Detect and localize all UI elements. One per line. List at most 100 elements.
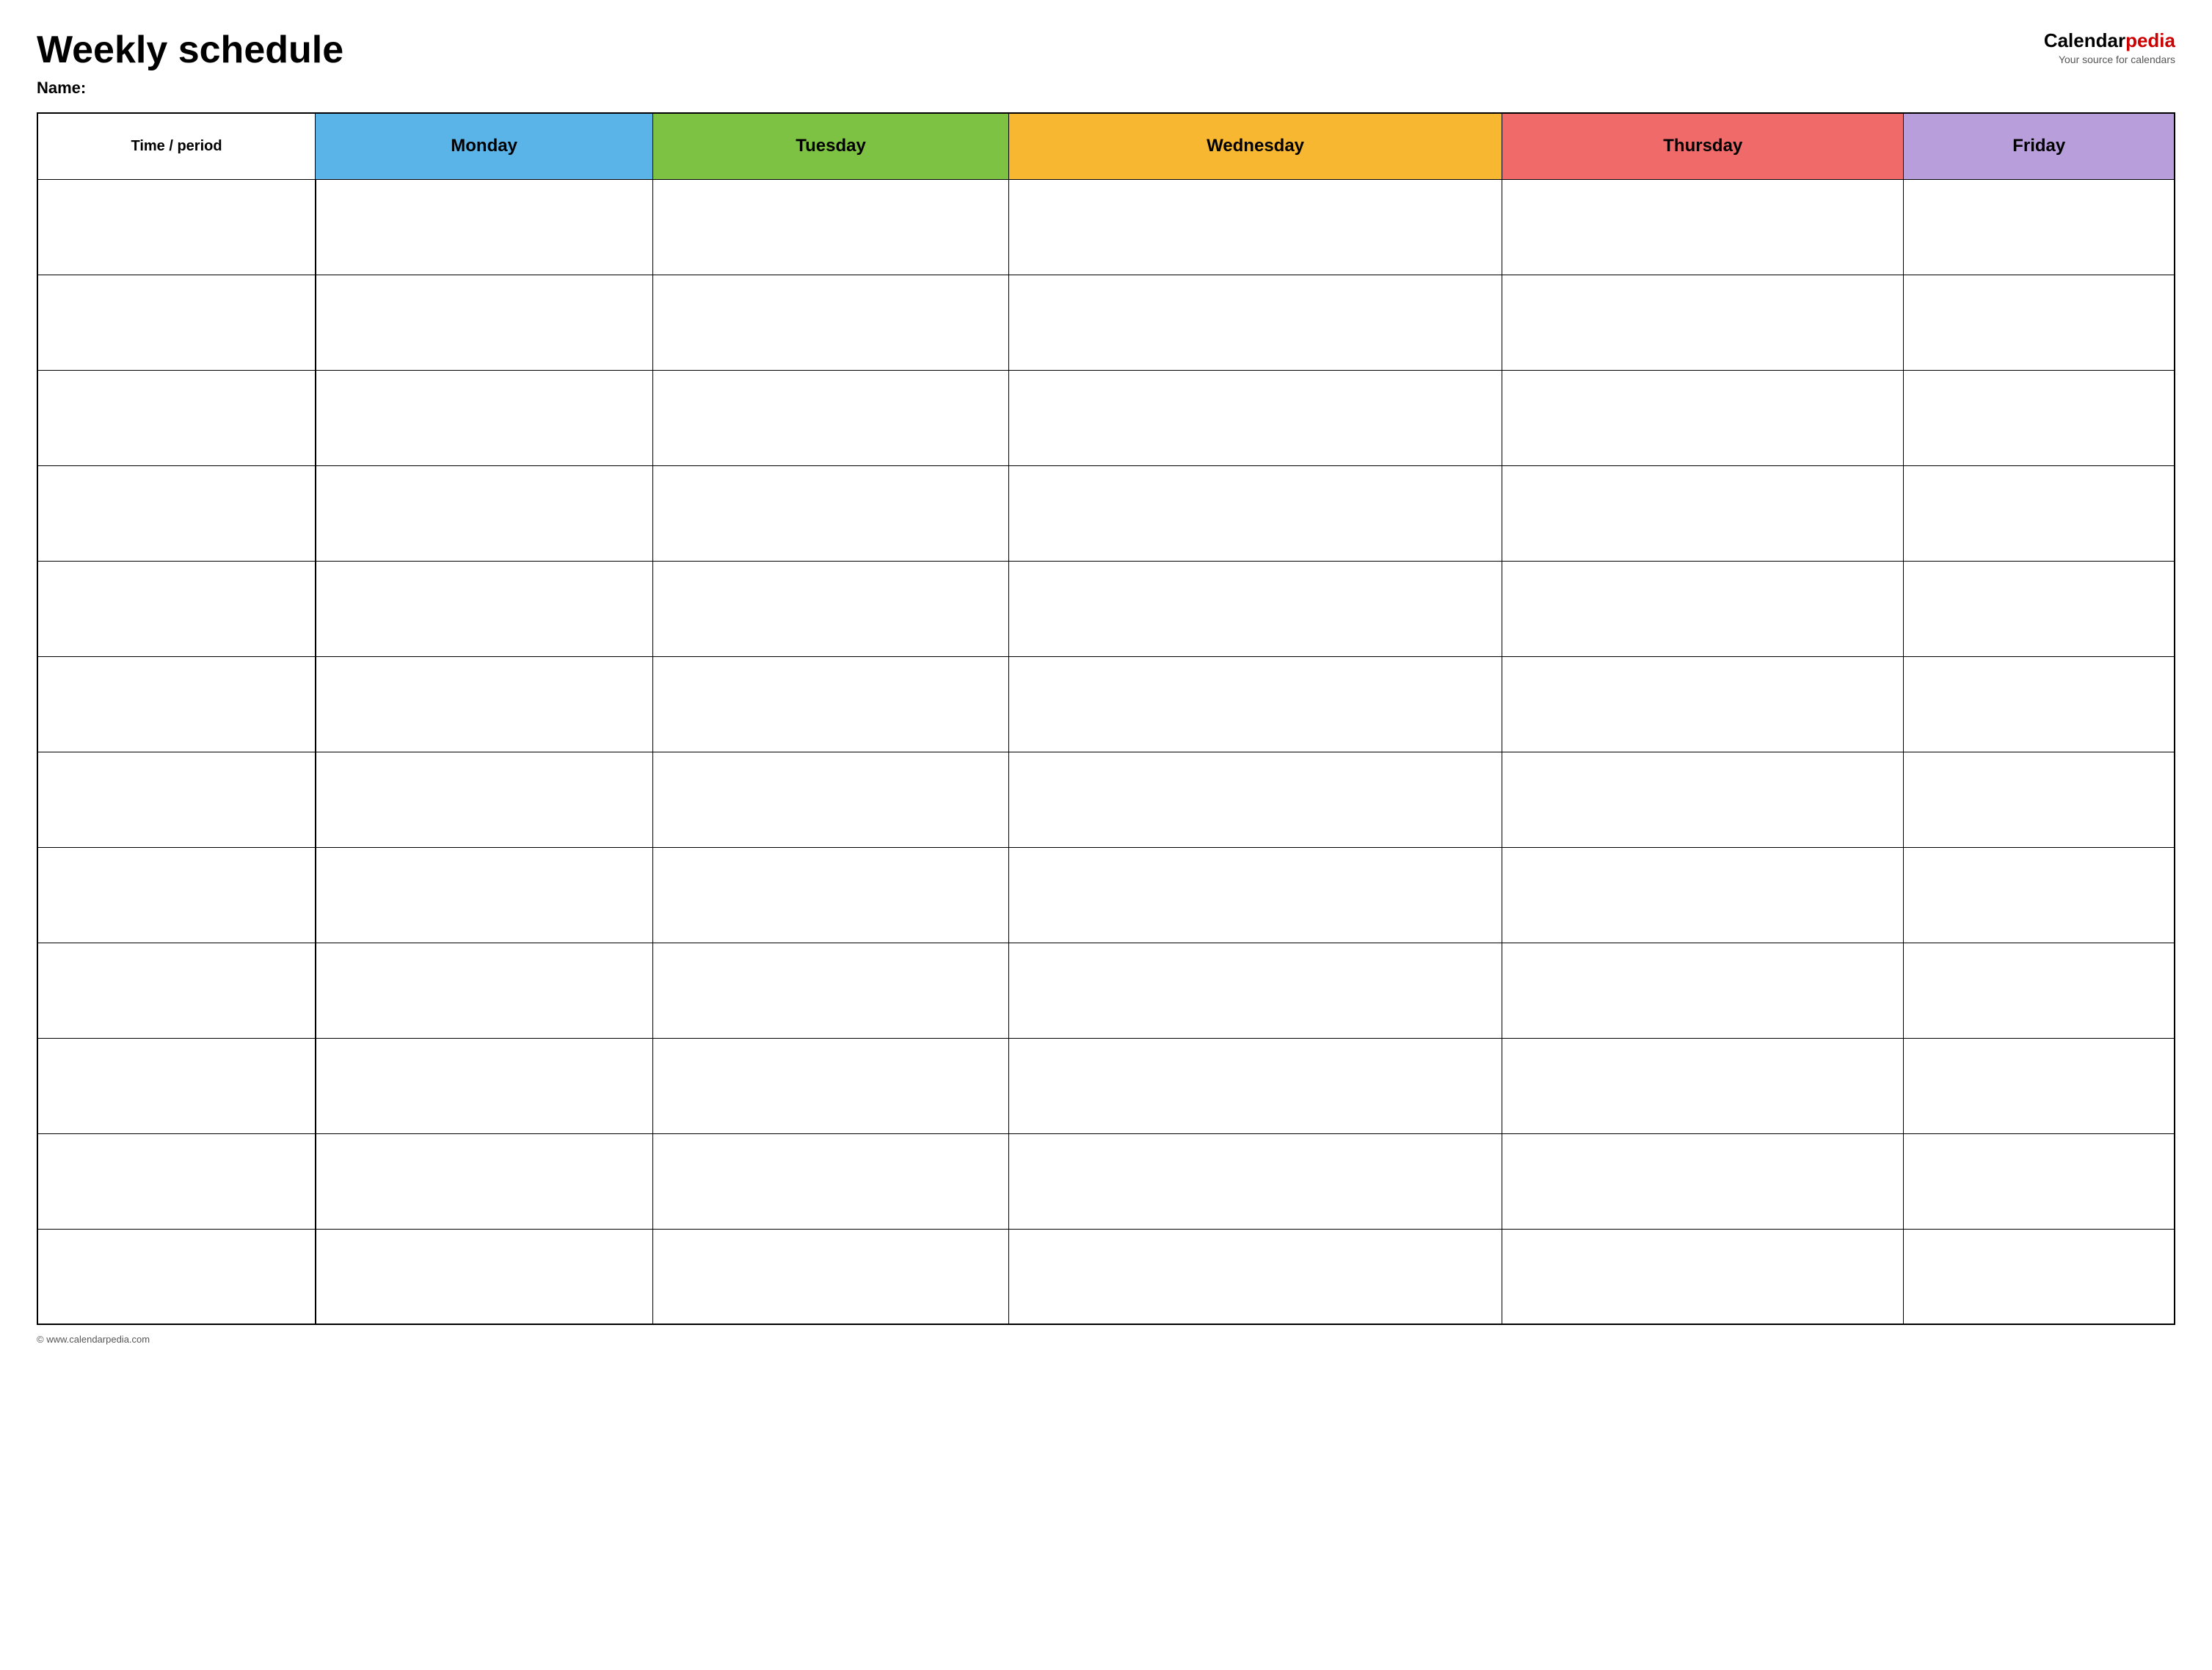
schedule-cell[interactable]: [316, 561, 653, 656]
time-cell[interactable]: [37, 752, 316, 847]
schedule-cell[interactable]: [1008, 465, 1502, 561]
table-row: [37, 847, 2175, 943]
time-cell[interactable]: [37, 656, 316, 752]
logo-text: Calendarpedia: [2044, 29, 2175, 52]
schedule-cell[interactable]: [653, 1038, 1009, 1133]
schedule-cell[interactable]: [653, 370, 1009, 465]
table-row: [37, 465, 2175, 561]
schedule-cell[interactable]: [1008, 275, 1502, 370]
col-header-time: Time / period: [37, 113, 316, 179]
schedule-cell[interactable]: [1502, 1229, 1904, 1324]
schedule-cell[interactable]: [1502, 1133, 1904, 1229]
schedule-cell[interactable]: [1502, 561, 1904, 656]
schedule-cell[interactable]: [1502, 656, 1904, 752]
schedule-cell[interactable]: [1008, 179, 1502, 275]
schedule-body: [37, 179, 2175, 1324]
table-row: [37, 1133, 2175, 1229]
schedule-cell[interactable]: [316, 275, 653, 370]
col-header-wednesday: Wednesday: [1008, 113, 1502, 179]
time-cell[interactable]: [37, 1038, 316, 1133]
schedule-cell[interactable]: [1502, 275, 1904, 370]
col-header-friday: Friday: [1904, 113, 2175, 179]
schedule-cell[interactable]: [1904, 1229, 2175, 1324]
schedule-cell[interactable]: [653, 847, 1009, 943]
schedule-cell[interactable]: [316, 1229, 653, 1324]
schedule-cell[interactable]: [1008, 561, 1502, 656]
time-cell[interactable]: [37, 847, 316, 943]
schedule-cell[interactable]: [316, 370, 653, 465]
schedule-cell[interactable]: [1904, 275, 2175, 370]
schedule-cell[interactable]: [1502, 943, 1904, 1038]
time-cell[interactable]: [37, 561, 316, 656]
schedule-cell[interactable]: [653, 179, 1009, 275]
schedule-cell[interactable]: [1904, 1133, 2175, 1229]
page-title: Weekly schedule: [37, 29, 343, 71]
schedule-cell[interactable]: [653, 1133, 1009, 1229]
logo-section: Calendarpedia Your source for calendars: [2044, 29, 2175, 65]
schedule-cell[interactable]: [1502, 847, 1904, 943]
schedule-cell[interactable]: [1008, 656, 1502, 752]
schedule-cell[interactable]: [1008, 1038, 1502, 1133]
time-cell[interactable]: [37, 943, 316, 1038]
schedule-cell[interactable]: [1904, 943, 2175, 1038]
schedule-cell[interactable]: [316, 465, 653, 561]
copyright-text: © www.calendarpedia.com: [37, 1334, 150, 1345]
schedule-cell[interactable]: [653, 561, 1009, 656]
schedule-cell[interactable]: [1502, 752, 1904, 847]
schedule-cell[interactable]: [1008, 1133, 1502, 1229]
schedule-cell[interactable]: [316, 752, 653, 847]
time-cell[interactable]: [37, 275, 316, 370]
schedule-cell[interactable]: [1008, 847, 1502, 943]
schedule-cell[interactable]: [1904, 1038, 2175, 1133]
time-cell[interactable]: [37, 1133, 316, 1229]
schedule-cell[interactable]: [1904, 656, 2175, 752]
table-row: [37, 1038, 2175, 1133]
schedule-cell[interactable]: [316, 943, 653, 1038]
schedule-cell[interactable]: [653, 752, 1009, 847]
col-header-tuesday: Tuesday: [653, 113, 1009, 179]
logo-brand-red: pedia: [2125, 29, 2175, 51]
table-row: [37, 179, 2175, 275]
logo-brand-black: Calendar: [2044, 29, 2125, 51]
title-section: Weekly schedule Name:: [37, 29, 343, 98]
time-cell[interactable]: [37, 465, 316, 561]
schedule-cell[interactable]: [653, 943, 1009, 1038]
time-cell[interactable]: [37, 179, 316, 275]
table-row: [37, 561, 2175, 656]
schedule-cell[interactable]: [1008, 1229, 1502, 1324]
table-header-row: Time / period Monday Tuesday Wednesday T…: [37, 113, 2175, 179]
time-cell[interactable]: [37, 370, 316, 465]
time-cell[interactable]: [37, 1229, 316, 1324]
schedule-cell[interactable]: [1904, 561, 2175, 656]
schedule-cell[interactable]: [653, 656, 1009, 752]
schedule-cell[interactable]: [1502, 1038, 1904, 1133]
schedule-cell[interactable]: [653, 465, 1009, 561]
table-row: [37, 370, 2175, 465]
logo-tagline: Your source for calendars: [2059, 54, 2175, 65]
schedule-cell[interactable]: [1904, 179, 2175, 275]
schedule-cell[interactable]: [1904, 465, 2175, 561]
schedule-cell[interactable]: [1904, 847, 2175, 943]
schedule-cell[interactable]: [316, 656, 653, 752]
schedule-cell[interactable]: [1008, 943, 1502, 1038]
schedule-table: Time / period Monday Tuesday Wednesday T…: [37, 112, 2175, 1325]
schedule-cell[interactable]: [316, 1133, 653, 1229]
schedule-cell[interactable]: [1008, 370, 1502, 465]
col-header-monday: Monday: [316, 113, 653, 179]
schedule-cell[interactable]: [653, 275, 1009, 370]
schedule-cell[interactable]: [316, 847, 653, 943]
schedule-cell[interactable]: [1502, 370, 1904, 465]
table-row: [37, 656, 2175, 752]
schedule-cell[interactable]: [1904, 752, 2175, 847]
name-label: Name:: [37, 79, 343, 98]
schedule-cell[interactable]: [1502, 465, 1904, 561]
schedule-cell[interactable]: [1502, 179, 1904, 275]
schedule-cell[interactable]: [653, 1229, 1009, 1324]
footer: © www.calendarpedia.com: [37, 1334, 2175, 1345]
schedule-cell[interactable]: [1008, 752, 1502, 847]
page-header: Weekly schedule Name: Calendarpedia Your…: [37, 29, 2175, 98]
schedule-cell[interactable]: [316, 1038, 653, 1133]
col-header-thursday: Thursday: [1502, 113, 1904, 179]
schedule-cell[interactable]: [1904, 370, 2175, 465]
schedule-cell[interactable]: [316, 179, 653, 275]
